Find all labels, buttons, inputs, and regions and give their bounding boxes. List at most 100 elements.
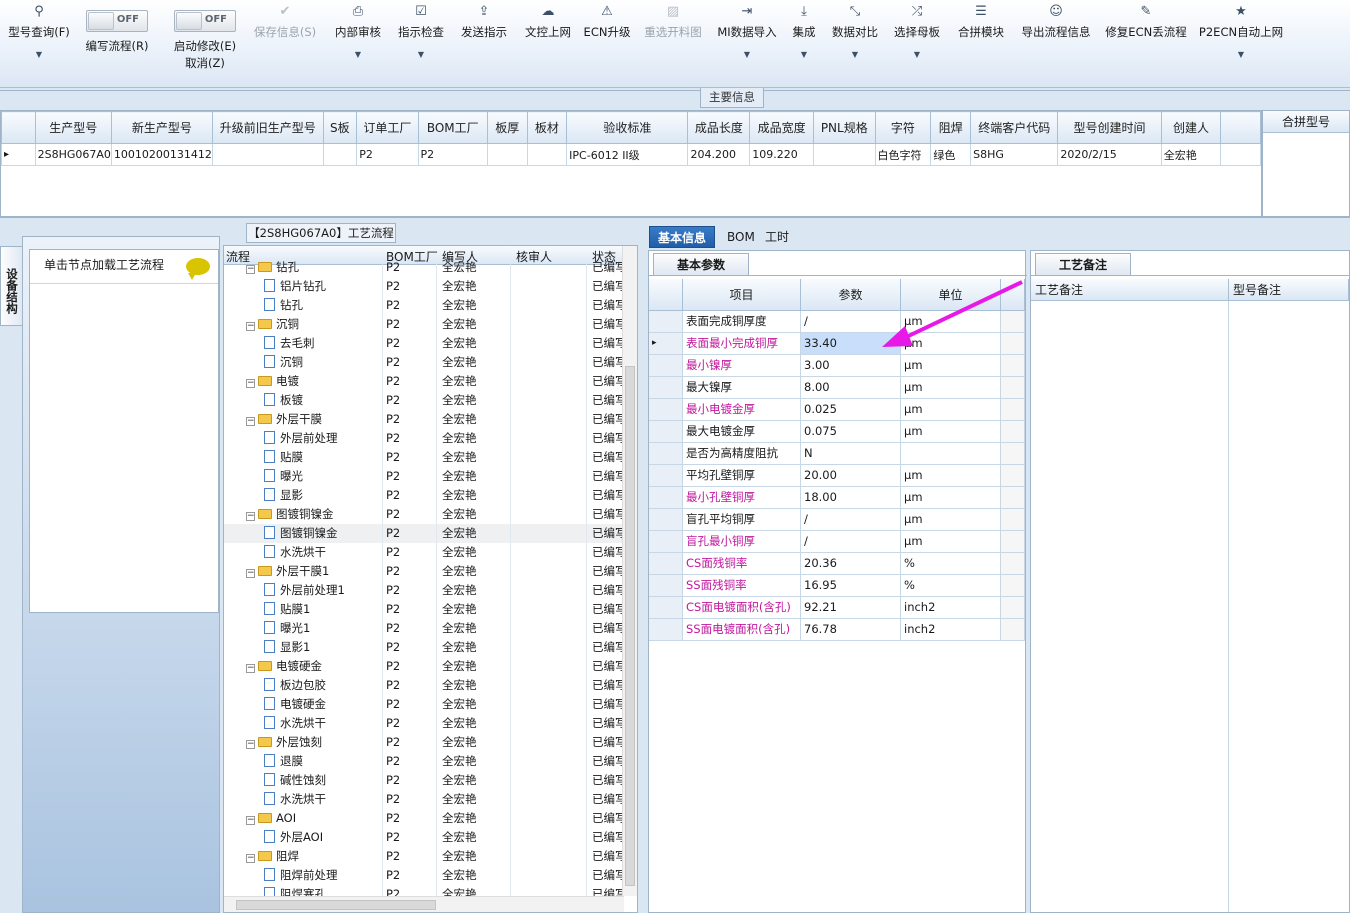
tree-row[interactable]: 曝光1 P2 全宏艳 已编写 (224, 619, 624, 638)
collapse-icon[interactable]: − (246, 664, 255, 673)
params-cell-value[interactable]: / (801, 509, 901, 531)
params-row[interactable]: 平均孔壁铜厚 20.00 μm (649, 465, 1025, 487)
tree-row[interactable]: 外层前处理1 P2 全宏艳 已编写 (224, 581, 624, 600)
params-cell-value[interactable]: / (801, 531, 901, 553)
horizontal-splitter[interactable] (0, 217, 1350, 223)
tree-row[interactable]: − 电镀硬金 P2 全宏艳 已编写 (224, 657, 624, 676)
tree-row[interactable]: 铝片钻孔 P2 全宏艳 已编写 (224, 277, 624, 296)
scrollbar-thumb[interactable] (236, 900, 436, 910)
tree-row[interactable]: 贴膜 P2 全宏艳 已编写 (224, 448, 624, 467)
column-header[interactable]: 验收标准 (566, 111, 689, 144)
column-header[interactable]: BOM工厂 (417, 111, 488, 144)
tree-row[interactable]: 板边包胶 P2 全宏艳 已编写 (224, 676, 624, 695)
params-cell-value[interactable]: / (801, 311, 901, 333)
chevron-down-icon[interactable]: ▼ (330, 50, 386, 59)
params-row[interactable]: CS面电镀面积(含孔) 92.21 inch2 (649, 597, 1025, 619)
tree-row[interactable]: 水洗烘干 P2 全宏艳 已编写 (224, 790, 624, 809)
grid-cell[interactable] (526, 143, 568, 166)
tree-row[interactable]: 图镀铜镍金 P2 全宏艳 已编写 (224, 524, 624, 543)
grid-cell[interactable]: 全宏艳 (1160, 143, 1222, 166)
tree-row[interactable]: − 钻孔 P2 全宏艳 已编写 (224, 258, 624, 277)
toolbar-item-5[interactable]: ☁ 文控上网 (520, 4, 576, 84)
params-cell-value[interactable]: 16.95 (801, 575, 901, 597)
tree-row[interactable]: − AOI P2 全宏艳 已编写 (224, 809, 624, 828)
params-cell-value[interactable]: 18.00 (801, 487, 901, 509)
params-row[interactable]: ▸ 表面最小完成铜厚 33.40 μm (649, 333, 1025, 355)
chevron-down-icon[interactable]: ▼ (2, 50, 76, 59)
column-header[interactable]: PNL规格 (813, 111, 876, 144)
tree-row[interactable]: 外层前处理 P2 全宏艳 已编写 (224, 429, 624, 448)
column-header[interactable]: 订单工厂 (356, 111, 419, 144)
toolbar-item-14[interactable]: ✎ 修复ECN丢流程 (1104, 4, 1188, 84)
column-header[interactable]: 型号创建时间 (1057, 111, 1162, 144)
params-row[interactable]: 是否为高精度阻抗 N (649, 443, 1025, 465)
params-cell-value[interactable]: 20.00 (801, 465, 901, 487)
collapse-icon[interactable]: − (246, 512, 255, 521)
tree-horizontal-scrollbar[interactable] (224, 896, 624, 912)
params-row[interactable]: 表面完成铜厚度 / μm (649, 311, 1025, 333)
tree-row[interactable]: 水洗烘干 P2 全宏艳 已编写 (224, 714, 624, 733)
cancel-label[interactable]: 取消(Z) (168, 55, 242, 71)
params-cell-value[interactable]: 3.00 (801, 355, 901, 377)
chevron-down-icon[interactable]: ▼ (889, 50, 945, 59)
process-notes-column[interactable] (1031, 301, 1229, 912)
params-cell-value[interactable]: 76.78 (801, 619, 901, 641)
tab-2[interactable]: 工时 (757, 226, 797, 248)
collapse-icon[interactable]: − (246, 265, 255, 274)
chevron-down-icon[interactable]: ▼ (392, 50, 450, 59)
tree-row[interactable]: 外层AOI P2 全宏艳 已编写 (224, 828, 624, 847)
tree-row[interactable]: − 图镀铜镍金 P2 全宏艳 已编写 (224, 505, 624, 524)
toolbar-item-11[interactable]: ⤮ 选择母板 ▼ (889, 4, 945, 84)
params-row[interactable]: 最小电镀金厚 0.025 μm (649, 399, 1025, 421)
grid-cell[interactable] (211, 143, 324, 166)
toolbar-item-1[interactable]: ✔ 保存信息(S) (248, 4, 322, 84)
toolbar-item-8[interactable]: ⇥ MI数据导入 ▼ (712, 4, 782, 84)
grid-cell[interactable]: 2020/2/15 (1057, 143, 1162, 166)
toolbar-item-7[interactable]: ▨ 重选开料图 (640, 4, 706, 84)
tree-vertical-scrollbar[interactable] (622, 246, 637, 896)
tab-0[interactable]: 基本信息 (649, 226, 716, 248)
chevron-down-icon[interactable]: ▼ (827, 50, 883, 59)
grid-cell[interactable]: P2 (356, 143, 419, 166)
tree-row[interactable]: − 外层蚀刻 P2 全宏艳 已编写 (224, 733, 624, 752)
column-header[interactable]: 板材 (526, 111, 568, 144)
collapse-icon[interactable]: − (246, 816, 255, 825)
params-row[interactable]: 最大镍厚 8.00 μm (649, 377, 1025, 399)
grid-cell[interactable] (486, 143, 528, 166)
collapse-icon[interactable]: − (246, 740, 255, 749)
toolbar-item-12[interactable]: ☰ 合拼模块 (954, 4, 1008, 84)
params-row[interactable]: 最小镍厚 3.00 μm (649, 355, 1025, 377)
toolbar-item-3[interactable]: ☑ 指示检查 ▼ (392, 4, 450, 84)
grid-cell[interactable]: 204.200 (687, 143, 751, 166)
grid-cell[interactable]: 10010200131412 (110, 143, 213, 166)
toggle-1[interactable]: OFF (174, 10, 236, 32)
device-structure-tab[interactable]: 设备结构 (0, 246, 22, 326)
tree-row[interactable]: − 外层干膜1 P2 全宏艳 已编写 (224, 562, 624, 581)
toolbar-item-6[interactable]: ⚠ ECN升级 (580, 4, 634, 84)
collapse-icon[interactable]: − (246, 322, 255, 331)
model-notes-column[interactable] (1229, 301, 1349, 912)
column-header[interactable]: 阻焊 (930, 111, 972, 144)
toolbar-item-9[interactable]: ⤓ 集成 ▼ (788, 4, 820, 84)
tree-row[interactable]: 碱性蚀刻 P2 全宏艳 已编写 (224, 771, 624, 790)
column-header[interactable]: 创建人 (1160, 111, 1222, 144)
params-row[interactable]: CS面残铜率 20.36% (649, 553, 1025, 575)
tab-basic-params[interactable]: 基本参数 (653, 253, 749, 275)
chevron-down-icon[interactable]: ▼ (788, 50, 820, 59)
tree-row[interactable]: 曝光 P2 全宏艳 已编写 (224, 467, 624, 486)
grid-cell[interactable]: IPC-6012 II级 (566, 143, 689, 166)
tree-row[interactable]: − 电镀 P2 全宏艳 已编写 (224, 372, 624, 391)
toolbar-item-4[interactable]: ⇪ 发送指示 (456, 4, 512, 84)
column-header[interactable]: 新生产型号 (110, 111, 213, 144)
toolbar-item-2[interactable]: ⎙ 内部审核 ▼ (330, 4, 386, 84)
tree-row[interactable]: 电镀硬金 P2 全宏艳 已编写 (224, 695, 624, 714)
tree-row[interactable]: 板镀 P2 全宏艳 已编写 (224, 391, 624, 410)
params-cell-value[interactable]: 20.36 (801, 553, 901, 575)
params-row[interactable]: 最小孔壁铜厚 18.00 μm (649, 487, 1025, 509)
tree-row[interactable]: 去毛刺 P2 全宏艳 已编写 (224, 334, 624, 353)
tree-row[interactable]: 显影 P2 全宏艳 已编写 (224, 486, 624, 505)
column-header[interactable]: 成品长度 (687, 111, 751, 144)
collapse-icon[interactable]: − (246, 854, 255, 863)
column-header[interactable]: 板厚 (486, 111, 528, 144)
grid-data-row[interactable]: ▸ 2S8HG067A0 10010200131412 P2 P2 IPC-6012 II… (1, 143, 1261, 166)
